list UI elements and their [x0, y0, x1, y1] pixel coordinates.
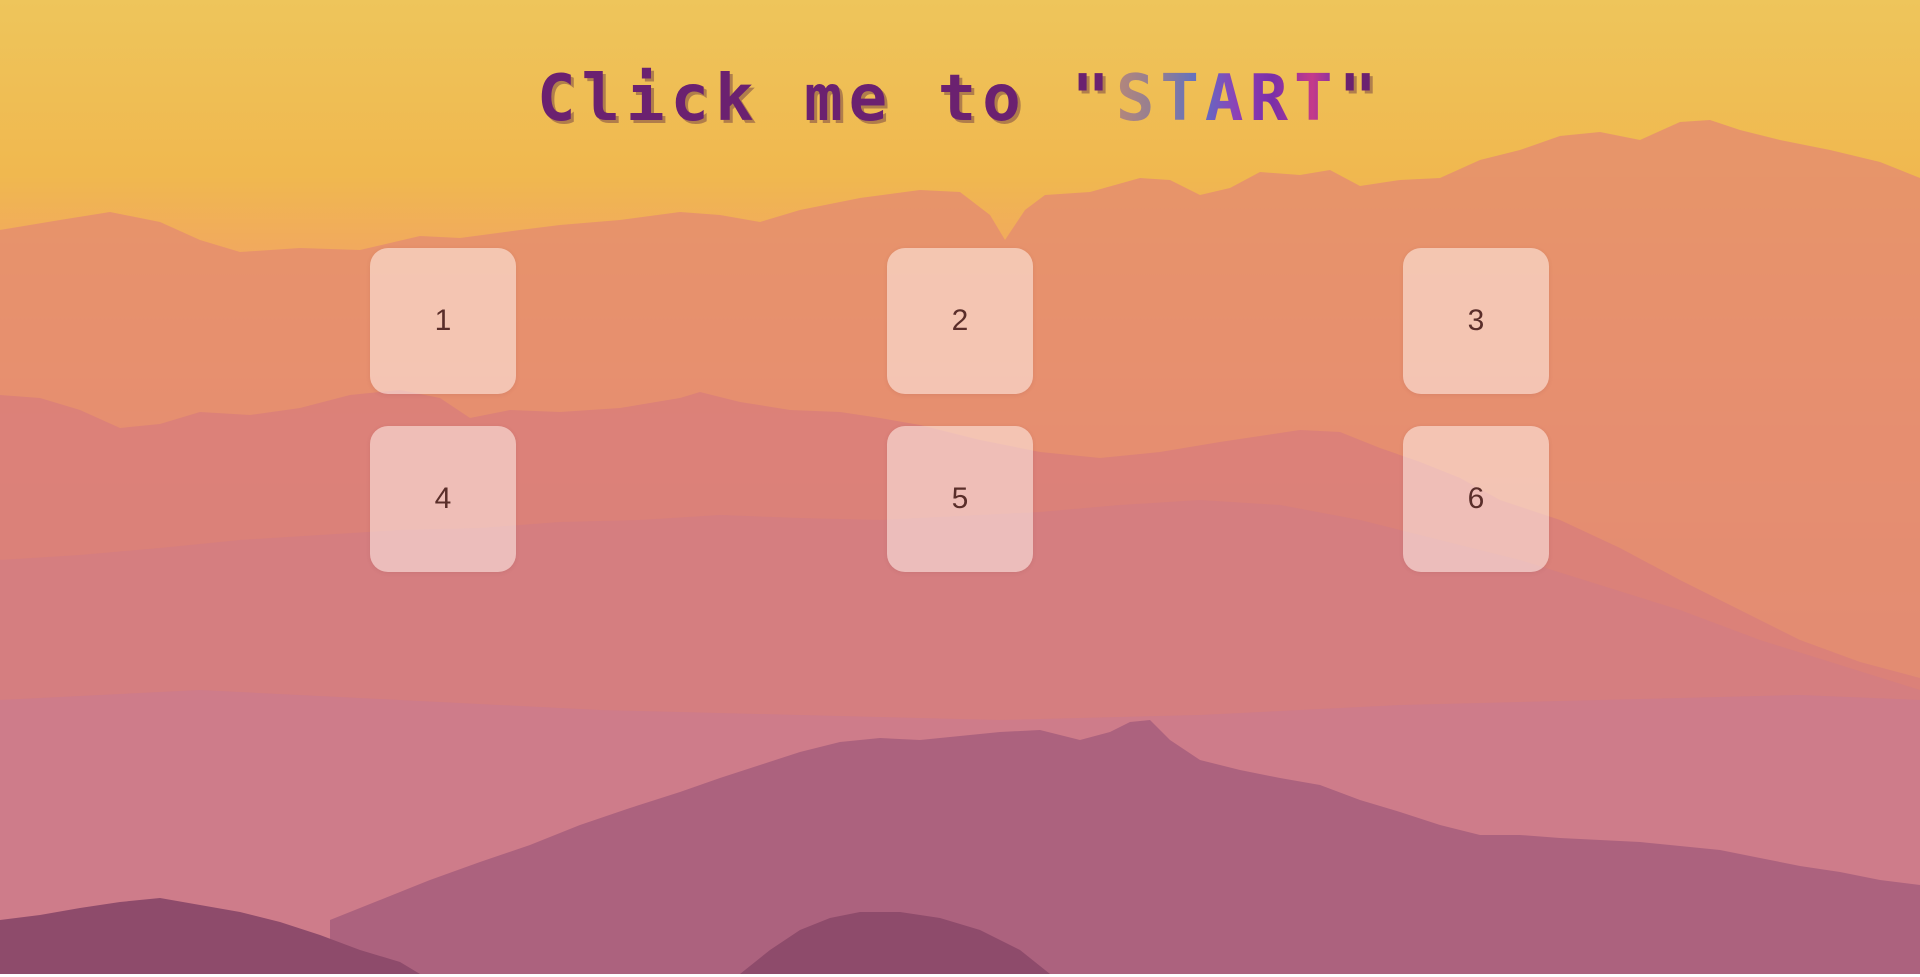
tile-1[interactable]: 1	[370, 248, 516, 394]
tile-3[interactable]: 3	[1403, 248, 1549, 394]
tile-4[interactable]: 4	[370, 426, 516, 572]
tile-6[interactable]: 6	[1403, 426, 1549, 572]
tile-5[interactable]: 5	[887, 426, 1033, 572]
tile-grid: 1 2 3 4 5 6	[0, 0, 1920, 974]
tile-2[interactable]: 2	[887, 248, 1033, 394]
